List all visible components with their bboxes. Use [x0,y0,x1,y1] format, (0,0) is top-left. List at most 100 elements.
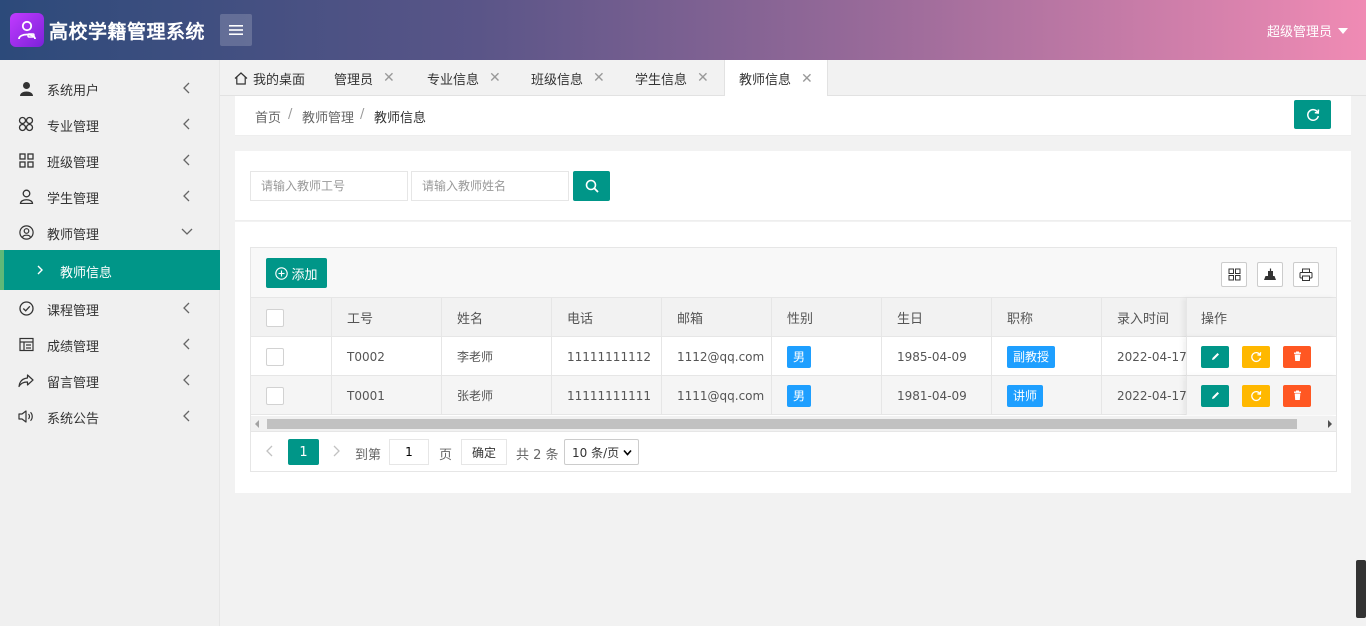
cell-email: 1112@qq.com [662,337,772,376]
sidebar-item-label: 学生管理 [47,192,100,207]
tab-bar: 我的桌面 管理员 ✕ 专业信息 ✕ 班级信息 ✕ 学生信息 ✕ 教师信息 ✕ [220,60,1366,97]
delete-button[interactable] [1283,384,1311,407]
tab-my-desktop[interactable]: 我的桌面 [234,60,305,96]
chevron-left-icon [183,302,190,314]
sidebar-item-students[interactable]: 学生管理 [0,178,220,214]
column-header[interactable]: 工号 [332,298,442,337]
edit-button[interactable] [1201,384,1229,407]
tab-teacher-info[interactable]: 教师信息 ✕ [724,60,828,97]
page-number-input[interactable] [389,439,429,465]
chevron-left-icon [183,190,190,202]
scroll-left-icon[interactable] [255,420,259,428]
chevron-left-icon [183,374,190,386]
chevron-left-icon [183,338,190,350]
tab-admins[interactable]: 管理员 ✕ [334,60,395,96]
user-circle-icon [18,224,34,240]
page-size-value: 10 条/页 [572,445,620,460]
sidebar-item-announcements[interactable]: 系统公告 [0,398,220,434]
reset-button[interactable] [1242,345,1270,368]
speaker-icon [18,408,34,424]
cell-id: T0001 [332,376,442,415]
column-header[interactable]: 邮箱 [662,298,772,337]
breadcrumb-section[interactable]: 教师管理 [302,107,354,126]
tab-label: 专业信息 [427,72,480,88]
cell-birthday: 1981-04-09 [882,376,992,415]
refresh-button[interactable] [1294,100,1331,129]
sidebar-subitem-teacher-info[interactable]: 教师信息 [0,250,220,290]
total-count: 共 2 条 [516,448,559,463]
column-header[interactable]: 姓名 [442,298,552,337]
share-icon [18,372,34,388]
breadcrumb-home[interactable]: 首页 [255,107,281,126]
edit-button[interactable] [1201,345,1229,368]
goto-confirm-button[interactable]: 确定 [461,439,507,465]
row-checkbox[interactable] [266,386,284,405]
caret-down-icon [1338,27,1348,34]
row-select-cell [251,337,332,376]
column-header[interactable]: 职称 [992,298,1102,337]
horizontal-scrollbar[interactable] [251,416,1336,432]
page-current-button[interactable]: 1 [288,439,319,465]
cell-created: 2022-04-17 ... [1117,388,1186,403]
teacher-name-search-input[interactable] [411,171,569,201]
sidebar-item-system-users[interactable]: 系统用户 [0,70,220,106]
export-icon [1264,268,1276,280]
cell-id: T0002 [332,337,442,376]
tab-class-info[interactable]: 班级信息 ✕ [531,60,605,96]
pagination: 1 到第 页 确定 共 2 条 10 条/页 [251,433,1336,471]
sidebar-item-courses[interactable]: 课程管理 [0,290,220,326]
tab-student-info[interactable]: 学生信息 ✕ [635,60,709,96]
user-menu[interactable]: 超级管理员 [1267,21,1348,40]
chevron-left-icon[interactable] [265,443,275,459]
reset-button[interactable] [1242,384,1270,407]
print-button[interactable] [1293,262,1319,287]
sidebar-item-grades[interactable]: 成绩管理 [0,326,220,362]
scrollbar-thumb[interactable] [267,419,1297,429]
cell-name: 李老师 [442,337,552,376]
sidebar-item-majors[interactable]: 专业管理 [0,106,220,142]
column-header[interactable]: 生日 [882,298,992,337]
scroll-right-icon[interactable] [1328,420,1332,428]
check-circle-icon [18,300,34,316]
gender-badge: 男 [787,384,812,407]
app-logo-icon [10,13,44,47]
column-header[interactable]: 性别 [772,298,882,337]
tab-label: 教师信息 [739,73,792,88]
add-button-label: 添加 [291,267,318,283]
row-checkbox[interactable] [266,347,284,366]
search-icon [585,179,599,193]
breadcrumb-current: 教师信息 [374,111,427,126]
row-actions [1186,337,1336,376]
tab-major-info[interactable]: 专业信息 ✕ [427,60,501,96]
select-all-checkbox[interactable] [266,308,284,327]
column-filter-button[interactable] [1221,262,1247,287]
close-icon[interactable]: ✕ [383,70,395,86]
close-icon[interactable]: ✕ [593,70,605,86]
gender-badge: 男 [787,345,812,368]
menu-toggle-button[interactable] [220,14,252,46]
sidebar-item-classes[interactable]: 班级管理 [0,142,220,178]
export-button[interactable] [1257,262,1283,287]
search-button[interactable] [573,171,610,201]
sidebar-item-label: 课程管理 [47,304,100,319]
sidebar-item-messages[interactable]: 留言管理 [0,362,220,398]
sidebar-item-teachers[interactable]: 教师管理 [0,214,220,250]
tab-label: 学生信息 [635,72,688,88]
add-button[interactable]: 添加 [266,258,327,288]
column-header[interactable]: 电话 [552,298,662,337]
home-icon [234,71,248,85]
column-header[interactable]: 录入时间 [1102,298,1186,337]
top-header: 高校学籍管理系统 超级管理员 [0,0,1366,60]
tab-label: 我的桌面 [253,72,306,88]
cell-phone: 11111111111 [552,376,662,415]
delete-button[interactable] [1283,345,1311,368]
cell-gender: 男 [772,337,882,376]
teacher-id-search-input[interactable] [250,171,408,201]
close-icon[interactable]: ✕ [697,70,709,86]
cell-name: 张老师 [442,376,552,415]
page-size-select[interactable]: 10 条/页 [564,439,639,465]
close-icon[interactable]: ✕ [801,71,813,87]
chevron-right-icon[interactable] [331,443,341,459]
cell-birthday: 1985-04-09 [882,337,992,376]
close-icon[interactable]: ✕ [489,70,501,86]
